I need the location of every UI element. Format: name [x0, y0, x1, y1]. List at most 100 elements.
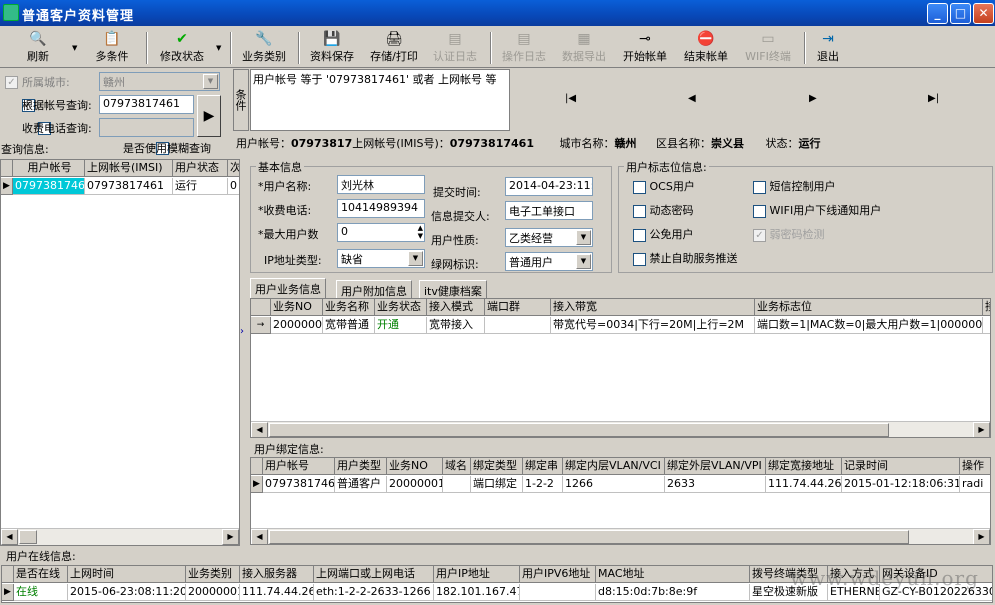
column-header[interactable]: 端口群	[485, 299, 551, 316]
exit-button[interactable]: ⇥ 退出	[810, 29, 846, 66]
scroll-thumb[interactable]	[269, 423, 889, 437]
column-header[interactable]: 业务NO	[271, 299, 323, 316]
column-header[interactable]: 域名	[443, 458, 471, 475]
last-record-icon[interactable]: ▶|	[928, 93, 939, 104]
column-header[interactable]: 记录时间	[842, 458, 960, 475]
scroll-left-icon[interactable]: ◀	[251, 529, 268, 544]
condition-textarea[interactable]: 用户帐号 等于 '07973817461' 或者 上网帐号 等	[250, 69, 510, 131]
table-cell[interactable]: 2633	[665, 476, 766, 493]
column-header[interactable]: 绑定内层VLAN/VCI	[563, 458, 665, 475]
table-cell[interactable]: 宽带普通	[323, 317, 375, 334]
scroll-thumb[interactable]	[269, 530, 909, 544]
table-cell[interactable]: eth:1-2-2-2633-1266	[314, 584, 434, 601]
table-cell[interactable]: 07973817461	[13, 178, 85, 195]
column-header[interactable]: 上网端口或上网电话	[314, 566, 434, 583]
flag-dynamic-password[interactable]: 动态密码	[633, 202, 694, 218]
column-header[interactable]: 接入带宽	[551, 299, 755, 316]
column-header[interactable]: 业务类别	[186, 566, 240, 583]
start-billing-button[interactable]: ⊸ 开始帐单	[618, 29, 672, 66]
column-header[interactable]: 是否在线	[14, 566, 68, 583]
operation-log-button[interactable]: ▤ 操作日志	[497, 29, 551, 66]
table-cell[interactable]: 运行	[173, 178, 228, 195]
flag-no-self-service-push[interactable]: 禁止自助服务推送	[633, 250, 738, 266]
flag-ocs[interactable]: OCS用户	[633, 178, 695, 194]
column-header[interactable]: 次	[228, 160, 239, 177]
column-header[interactable]: 操作	[960, 458, 990, 475]
column-header[interactable]: 绑定宽接地址	[766, 458, 842, 475]
green-net-select[interactable]: 普通用户 ▼	[505, 252, 593, 271]
refresh-dropdown-icon[interactable]: ▼	[72, 44, 77, 52]
table-cell[interactable]: d8:15:0d:7b:8e:9f	[596, 584, 750, 601]
city-select[interactable]: 赣州 ▼	[99, 72, 220, 91]
column-header[interactable]: MAC地址	[596, 566, 750, 583]
table-cell[interactable]: radi	[960, 476, 990, 493]
scroll-left-icon[interactable]: ◀	[251, 422, 268, 437]
user-name-field[interactable]: 刘光林	[337, 175, 425, 194]
flag-sms-control[interactable]: 短信控制用户	[753, 178, 836, 194]
user-nature-select[interactable]: 乙类经营 ▼	[505, 228, 593, 247]
scroll-right-icon[interactable]: ▶	[973, 529, 990, 544]
previous-record-icon[interactable]: ◀	[688, 93, 696, 104]
column-header[interactable]: 上网帐号(IMSI)	[85, 160, 173, 177]
flag-wifi-offline-notify[interactable]: WIFI用户下线通知用户	[753, 202, 881, 218]
column-header[interactable]: 业务标志位	[755, 299, 983, 316]
column-header[interactable]: 业务NO	[387, 458, 443, 475]
column-header[interactable]: 用户IP地址	[434, 566, 520, 583]
table-cell[interactable]: 1266	[563, 476, 665, 493]
table-cell[interactable]: 20000001	[186, 584, 240, 601]
modify-status-dropdown-icon[interactable]: ▼	[216, 44, 221, 52]
refresh-button[interactable]: 🔍 刷新	[14, 29, 62, 66]
service-type-button[interactable]: 🔧 业务类别	[236, 29, 292, 66]
column-header[interactable]: 接	[983, 299, 990, 316]
table-cell[interactable]	[520, 584, 596, 601]
column-header[interactable]: 绑定外层VLAN/VPI	[665, 458, 766, 475]
column-header[interactable]: 用户类型	[335, 458, 387, 475]
table-cell[interactable]: 182.101.167.47	[434, 584, 520, 601]
table-cell[interactable]: 端口数=1|MAC数=0|最大用户数=1|0000001	[755, 317, 983, 334]
column-header[interactable]: 用户帐号	[263, 458, 335, 475]
table-cell[interactable]	[443, 476, 471, 493]
submit-time-field[interactable]: 2014-04-23:11:	[505, 177, 593, 196]
table-cell[interactable]	[485, 317, 551, 334]
end-billing-button[interactable]: ⛔ 结束帐单	[679, 29, 733, 66]
flag-free-user[interactable]: 公免用户	[633, 226, 694, 242]
table-cell[interactable]: 在线	[14, 584, 68, 601]
table-cell[interactable]: 端口绑定	[471, 476, 523, 493]
table-cell[interactable]: 20000001	[271, 317, 323, 334]
table-cell[interactable]: 20000001	[387, 476, 443, 493]
tab-itv-health[interactable]: itv健康档案	[419, 280, 487, 299]
splitter-arrow-icon[interactable]: ›	[240, 326, 244, 337]
table-cell[interactable]: 07973817461	[263, 476, 335, 493]
column-header[interactable]: 上网时间	[68, 566, 186, 583]
table-cell[interactable]: 宽带接入	[427, 317, 485, 334]
multi-condition-button[interactable]: 📋 多条件	[88, 29, 136, 66]
modify-status-button[interactable]: ✔ 修改状态	[152, 29, 212, 66]
scroll-left-icon[interactable]: ◀	[1, 529, 18, 545]
table-cell[interactable]: 2015-01-12:18:06:31	[842, 476, 960, 493]
scroll-right-icon[interactable]: ▶	[222, 529, 239, 545]
flag-weak-password[interactable]: ✓ 弱密码检测	[753, 226, 825, 242]
column-header[interactable]: 接入模式	[427, 299, 485, 316]
ip-type-select[interactable]: 缺省 ▼	[337, 249, 425, 268]
horizontal-scrollbar[interactable]: ◀ ▶	[251, 528, 990, 544]
export-data-button[interactable]: ▦ 数据导出	[557, 29, 611, 66]
close-button[interactable]: ✕	[973, 3, 994, 24]
first-record-icon[interactable]: |◀	[565, 93, 576, 104]
column-header[interactable]: 用户帐号	[13, 160, 85, 177]
maximize-button[interactable]: □	[950, 3, 971, 24]
table-cell[interactable]: 普通客户	[335, 476, 387, 493]
column-header[interactable]: 绑定串	[523, 458, 563, 475]
scroll-thumb[interactable]	[19, 530, 37, 544]
column-header[interactable]: 用户状态	[173, 160, 228, 177]
column-header[interactable]: 业务名称	[323, 299, 375, 316]
table-cell[interactable]: 开通	[375, 317, 427, 334]
horizontal-scrollbar[interactable]: ◀ ▶	[1, 528, 239, 545]
table-cell[interactable]: 07973817461	[85, 178, 173, 195]
column-header[interactable]: 业务状态	[375, 299, 427, 316]
account-query-input[interactable]: 07973817461	[99, 95, 194, 114]
store-print-button[interactable]: 🖨 存储/打印	[364, 29, 424, 66]
save-button[interactable]: 💾 资料保存	[305, 29, 359, 66]
table-cell[interactable]: 111.74.44.26	[240, 584, 314, 601]
table-cell[interactable]	[983, 317, 990, 334]
city-checkbox[interactable]: ✓	[5, 75, 18, 89]
